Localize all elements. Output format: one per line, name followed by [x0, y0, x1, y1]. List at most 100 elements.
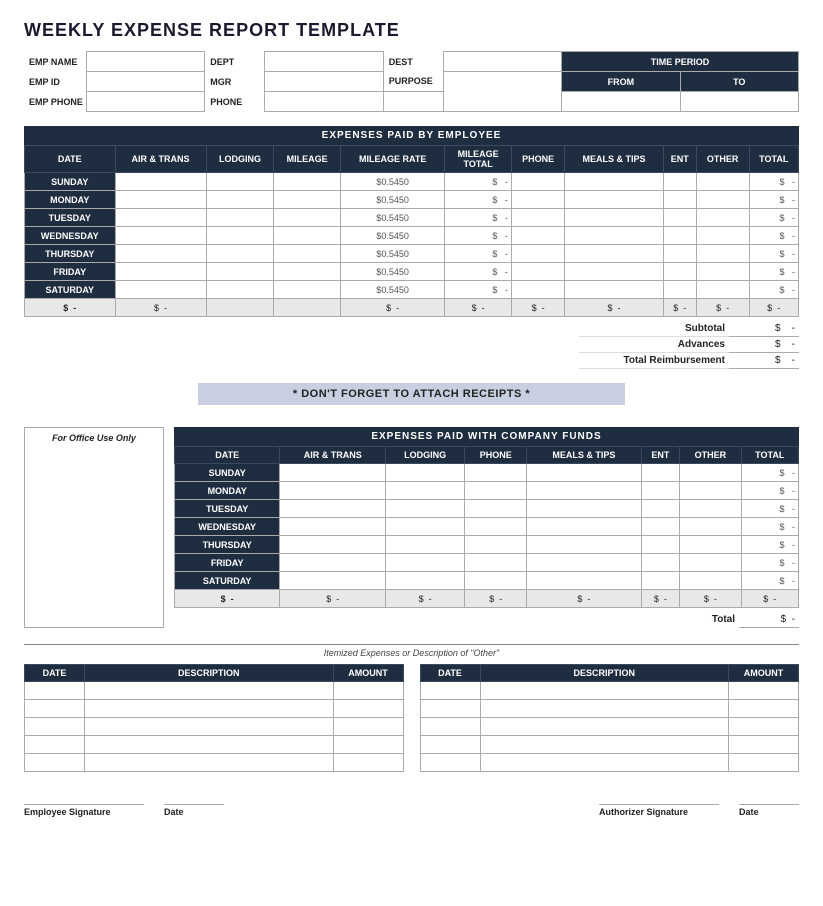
total-cell[interactable]: $ -	[749, 227, 798, 245]
it-desc-l[interactable]	[85, 718, 334, 736]
cf-meals-tips-cell[interactable]	[527, 536, 641, 554]
cf-lodging-cell[interactable]	[386, 572, 465, 590]
it-date-r[interactable]	[420, 754, 480, 772]
cf-air-trans-cell[interactable]	[280, 464, 386, 482]
ent-cell[interactable]	[663, 245, 696, 263]
it-amount-l[interactable]	[333, 718, 403, 736]
cf-meals-tips-cell[interactable]	[527, 500, 641, 518]
other-cell[interactable]	[696, 281, 749, 299]
emp-id-value[interactable]	[86, 72, 204, 92]
dest-value[interactable]	[443, 52, 561, 72]
cf-phone-cell[interactable]	[465, 554, 527, 572]
it-amount-l[interactable]	[333, 754, 403, 772]
lodging-cell[interactable]	[206, 227, 274, 245]
other-cell[interactable]	[696, 245, 749, 263]
cf-other-cell[interactable]	[680, 500, 741, 518]
cf-ent-cell[interactable]	[641, 536, 680, 554]
cf-lodging-cell[interactable]	[386, 464, 465, 482]
advances-value[interactable]: $ -	[729, 337, 799, 353]
it-desc-r[interactable]	[480, 700, 729, 718]
cf-ent-cell[interactable]	[641, 482, 680, 500]
it-amount-r[interactable]	[729, 718, 799, 736]
lodging-cell[interactable]	[206, 245, 274, 263]
cf-lodging-cell[interactable]	[386, 518, 465, 536]
other-cell[interactable]	[696, 263, 749, 281]
cf-meals-tips-cell[interactable]	[527, 482, 641, 500]
lodging-cell[interactable]	[206, 173, 274, 191]
cf-air-trans-cell[interactable]	[280, 536, 386, 554]
mileage-cell[interactable]	[274, 173, 340, 191]
it-date-r[interactable]	[420, 718, 480, 736]
cf-phone-cell[interactable]	[465, 482, 527, 500]
phone-value[interactable]	[265, 92, 383, 112]
cf-lodging-cell[interactable]	[386, 536, 465, 554]
ent-cell[interactable]	[663, 281, 696, 299]
meals-tips-cell[interactable]	[565, 245, 663, 263]
phone-cell[interactable]	[511, 209, 564, 227]
it-desc-l[interactable]	[85, 754, 334, 772]
total-cell[interactable]: $ -	[749, 263, 798, 281]
phone-cell[interactable]	[511, 173, 564, 191]
cf-total-cell[interactable]: $ -	[741, 500, 798, 518]
cf-air-trans-cell[interactable]	[280, 482, 386, 500]
it-desc-l[interactable]	[85, 736, 334, 754]
mileage-total-cell[interactable]: $ -	[445, 281, 511, 299]
cf-other-cell[interactable]	[680, 554, 741, 572]
dept-value[interactable]	[265, 52, 383, 72]
it-desc-r[interactable]	[480, 682, 729, 700]
total-cell[interactable]: $ -	[749, 209, 798, 227]
it-date-l[interactable]	[25, 736, 85, 754]
cf-air-trans-cell[interactable]	[280, 572, 386, 590]
from-value[interactable]	[562, 92, 680, 112]
cf-other-cell[interactable]	[680, 464, 741, 482]
mileage-cell[interactable]	[274, 263, 340, 281]
cf-other-cell[interactable]	[680, 572, 741, 590]
total-cell[interactable]: $ -	[749, 281, 798, 299]
meals-tips-cell[interactable]	[565, 227, 663, 245]
ent-cell[interactable]	[663, 209, 696, 227]
meals-tips-cell[interactable]	[565, 173, 663, 191]
meals-tips-cell[interactable]	[565, 209, 663, 227]
it-desc-l[interactable]	[85, 700, 334, 718]
it-amount-l[interactable]	[333, 682, 403, 700]
air-trans-cell[interactable]	[115, 173, 206, 191]
to-value[interactable]	[680, 92, 798, 112]
mgr-value[interactable]	[265, 72, 383, 92]
emp-phone-value[interactable]	[86, 92, 204, 112]
total-cell[interactable]: $ -	[749, 245, 798, 263]
air-trans-cell[interactable]	[115, 209, 206, 227]
it-date-r[interactable]	[420, 700, 480, 718]
phone-cell[interactable]	[511, 263, 564, 281]
air-trans-cell[interactable]	[115, 191, 206, 209]
cf-ent-cell[interactable]	[641, 518, 680, 536]
phone-cell[interactable]	[511, 191, 564, 209]
total-value[interactable]: $ -	[739, 612, 799, 628]
mileage-total-cell[interactable]: $ -	[445, 263, 511, 281]
meals-tips-cell[interactable]	[565, 191, 663, 209]
mileage-total-cell[interactable]: $ -	[445, 245, 511, 263]
it-amount-r[interactable]	[729, 736, 799, 754]
it-amount-r[interactable]	[729, 682, 799, 700]
lodging-cell[interactable]	[206, 191, 274, 209]
cf-lodging-cell[interactable]	[386, 500, 465, 518]
cf-ent-cell[interactable]	[641, 554, 680, 572]
air-trans-cell[interactable]	[115, 227, 206, 245]
air-trans-cell[interactable]	[115, 281, 206, 299]
it-desc-r[interactable]	[480, 718, 729, 736]
cf-total-cell[interactable]: $ -	[741, 572, 798, 590]
it-amount-r[interactable]	[729, 754, 799, 772]
cf-air-trans-cell[interactable]	[280, 518, 386, 536]
it-desc-r[interactable]	[480, 754, 729, 772]
it-amount-l[interactable]	[333, 736, 403, 754]
total-cell[interactable]: $ -	[749, 191, 798, 209]
cf-total-cell[interactable]: $ -	[741, 536, 798, 554]
ent-cell[interactable]	[663, 263, 696, 281]
it-amount-r[interactable]	[729, 700, 799, 718]
emp-name-value[interactable]	[86, 52, 204, 72]
it-date-l[interactable]	[25, 718, 85, 736]
cf-phone-cell[interactable]	[465, 464, 527, 482]
cf-lodging-cell[interactable]	[386, 554, 465, 572]
mileage-cell[interactable]	[274, 227, 340, 245]
purpose-value[interactable]	[443, 72, 561, 112]
cf-other-cell[interactable]	[680, 536, 741, 554]
